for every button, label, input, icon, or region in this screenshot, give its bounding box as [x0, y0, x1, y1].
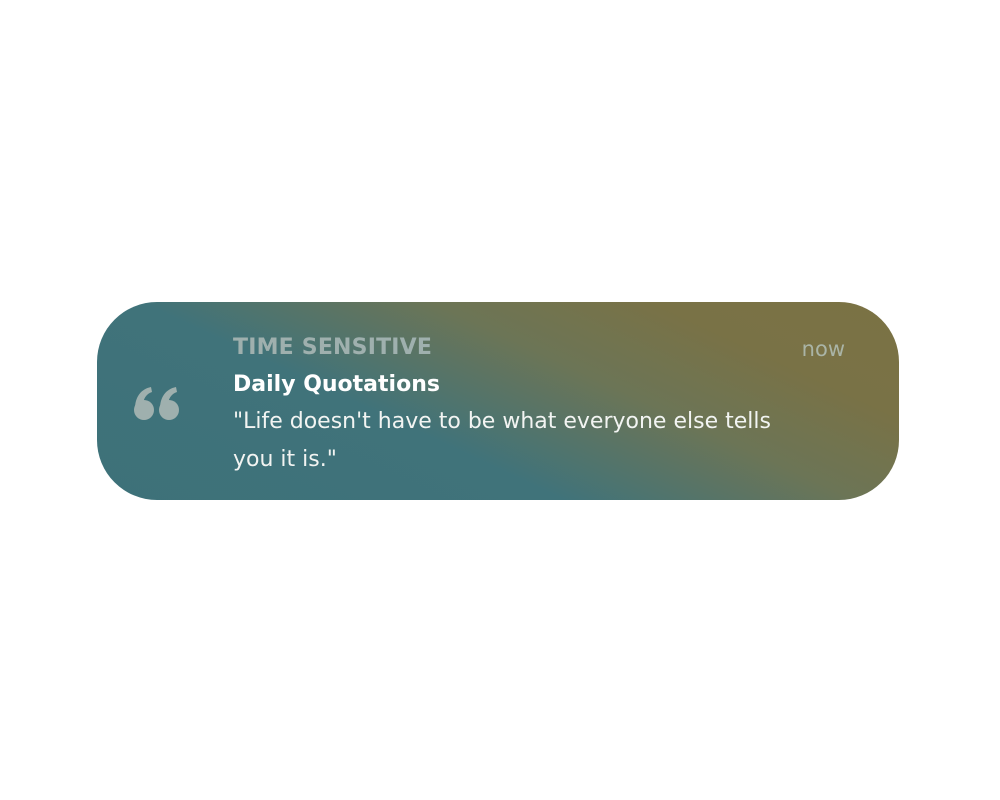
- page: TIME SENSITIVE Daily Quotations "Life do…: [0, 0, 1000, 800]
- notification-title: Daily Quotations: [233, 372, 440, 397]
- notification-card[interactable]: TIME SENSITIVE Daily Quotations "Life do…: [97, 302, 899, 500]
- notification-message: "Life doesn't have to be what everyone e…: [233, 409, 771, 472]
- notification-content: TIME SENSITIVE Daily Quotations "Life do…: [233, 333, 793, 479]
- quote-mark-icon: [133, 386, 181, 422]
- notification-category: TIME SENSITIVE: [233, 335, 433, 360]
- notification-time: now: [801, 337, 845, 361]
